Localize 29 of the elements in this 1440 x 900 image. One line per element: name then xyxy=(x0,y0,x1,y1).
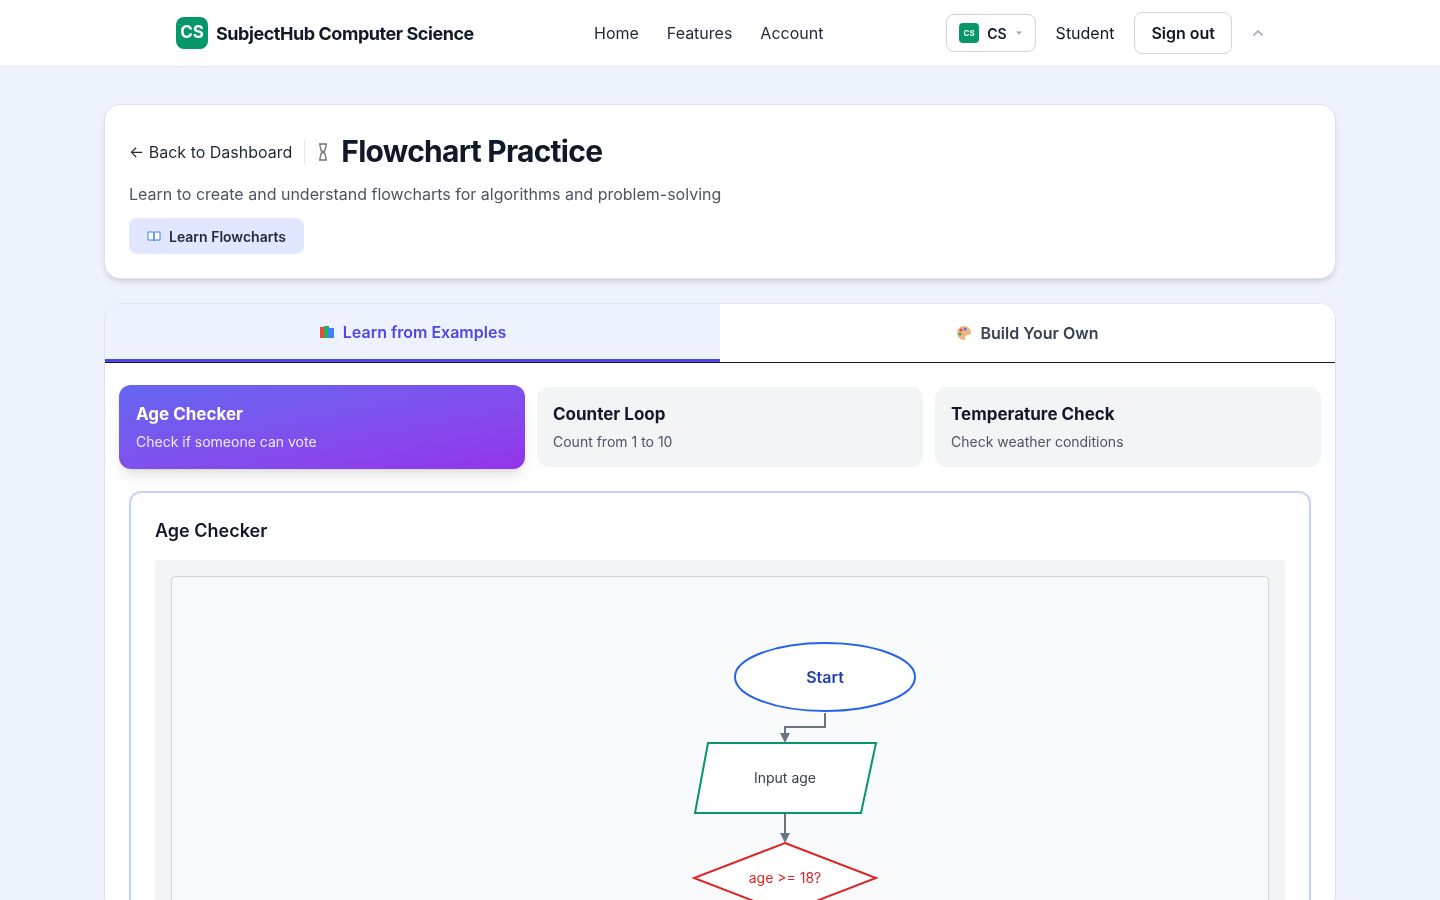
books-icon xyxy=(318,324,335,339)
palette-icon xyxy=(956,325,973,341)
caret-icon xyxy=(1014,30,1023,36)
sign-out-button[interactable]: Sign out xyxy=(1134,12,1232,54)
book-icon xyxy=(147,230,161,242)
logo-icon: CS xyxy=(176,17,208,49)
learn-flowcharts-button[interactable]: Learn Flowcharts xyxy=(129,218,304,254)
example-card[interactable]: Temperature Check Check weather conditions xyxy=(935,387,1321,467)
page-subtitle: Learn to create and understand flowcharts for algorithms and problem-solving xyxy=(129,183,723,206)
start-node: Start xyxy=(734,642,916,712)
page-title: Flowchart Practice xyxy=(341,132,603,171)
nav-link[interactable]: Home xyxy=(594,21,639,45)
nav-link[interactable]: Account xyxy=(760,21,824,45)
input-node: Input age xyxy=(693,742,878,814)
brand-name: SubjectHub Computer Science xyxy=(216,21,474,46)
chevron-up-icon[interactable] xyxy=(1252,29,1264,37)
connector-arrow xyxy=(780,712,826,743)
panel-title: Age Checker xyxy=(155,519,269,543)
tab[interactable]: Learn from Examples xyxy=(105,304,720,362)
hourglass-icon xyxy=(317,141,330,162)
role-label: Student xyxy=(1055,22,1115,45)
subject-dropdown[interactable]: CS CS xyxy=(946,14,1036,52)
back-link[interactable]: ← Back to Dashboard xyxy=(129,139,293,164)
decision-node: age >= 18? xyxy=(691,841,879,900)
nav-link[interactable]: Features xyxy=(666,21,733,45)
connector-arrow xyxy=(780,812,790,843)
example-card[interactable]: Age Checker Check if someone can vote xyxy=(119,385,525,469)
example-card[interactable]: Counter Loop Count from 1 to 10 xyxy=(537,387,923,467)
subject-badge-icon: CS xyxy=(959,23,980,43)
